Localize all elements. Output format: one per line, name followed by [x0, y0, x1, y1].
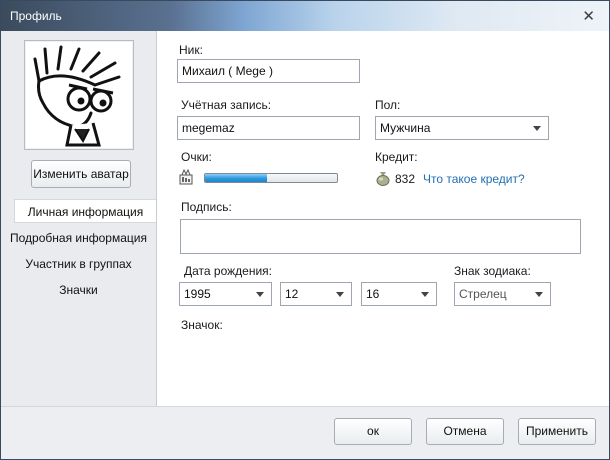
window-title: Профиль	[10, 9, 62, 23]
birth-day-select[interactable]: 16	[361, 282, 437, 306]
footer: ок Отмена Применить	[1, 406, 609, 459]
sidebar-item-badges[interactable]: Значки	[1, 278, 156, 302]
gender-select[interactable]: Мужчина	[375, 116, 549, 140]
zodiac-value: Стрелец	[459, 287, 507, 301]
profile-window: Профиль ✕ Изменить аватар Личная информа…	[0, 0, 610, 460]
birth-month-select[interactable]: 12	[280, 282, 352, 306]
sidebar-item-personal-info[interactable]: Личная информация	[14, 199, 156, 223]
cancel-button[interactable]: Отмена	[426, 418, 504, 445]
credit-label: Кредит:	[375, 150, 418, 164]
chevron-down-icon	[256, 292, 264, 297]
sidebar-item-groups[interactable]: Участник в группах	[1, 252, 156, 276]
signature-input[interactable]	[180, 219, 581, 254]
zodiac-label: Знак зодиака:	[454, 264, 531, 278]
chevron-down-icon	[421, 292, 429, 297]
profile-form: Ник: Учётная запись: Пол: Мужчина Очки: …	[157, 31, 609, 406]
what-is-credit-link[interactable]: Что такое кредит?	[423, 172, 525, 186]
badge-label: Значок:	[181, 318, 223, 332]
close-icon[interactable]: ✕	[582, 7, 595, 25]
ok-button[interactable]: ок	[334, 418, 412, 445]
chevron-down-icon	[535, 292, 543, 297]
zodiac-select[interactable]: Стрелец	[454, 282, 551, 306]
account-input[interactable]	[177, 116, 360, 140]
points-progress-bar	[204, 173, 338, 183]
money-bag-icon	[375, 170, 391, 189]
birth-day-value: 16	[366, 287, 380, 301]
apply-button[interactable]: Применить	[518, 418, 596, 445]
account-label: Учётная запись:	[181, 98, 272, 112]
gender-value: Мужчина	[380, 121, 431, 135]
points-progress-fill	[205, 174, 268, 182]
chevron-down-icon	[533, 126, 541, 131]
signature-label: Подпись:	[181, 200, 232, 214]
birth-month-value: 12	[285, 287, 299, 301]
sidebar-item-detailed-info[interactable]: Подробная информация	[1, 226, 156, 250]
chevron-down-icon	[336, 292, 344, 297]
title-bar[interactable]: Профиль ✕	[1, 1, 609, 31]
points-label: Очки:	[181, 150, 212, 164]
level-icon	[179, 168, 193, 188]
avatar	[24, 40, 134, 150]
avatar-image	[33, 45, 121, 147]
nick-label: Ник:	[179, 43, 203, 57]
gender-label: Пол:	[375, 98, 401, 112]
credit-value: 832	[395, 172, 416, 186]
change-avatar-button[interactable]: Изменить аватар	[31, 160, 131, 188]
nick-input[interactable]	[177, 59, 360, 83]
sidebar: Изменить аватар Личная информация Подроб…	[1, 31, 157, 406]
birth-year-select[interactable]: 1995	[179, 282, 272, 306]
birth-year-value: 1995	[184, 287, 211, 301]
birthdate-label: Дата рождения:	[184, 264, 272, 278]
